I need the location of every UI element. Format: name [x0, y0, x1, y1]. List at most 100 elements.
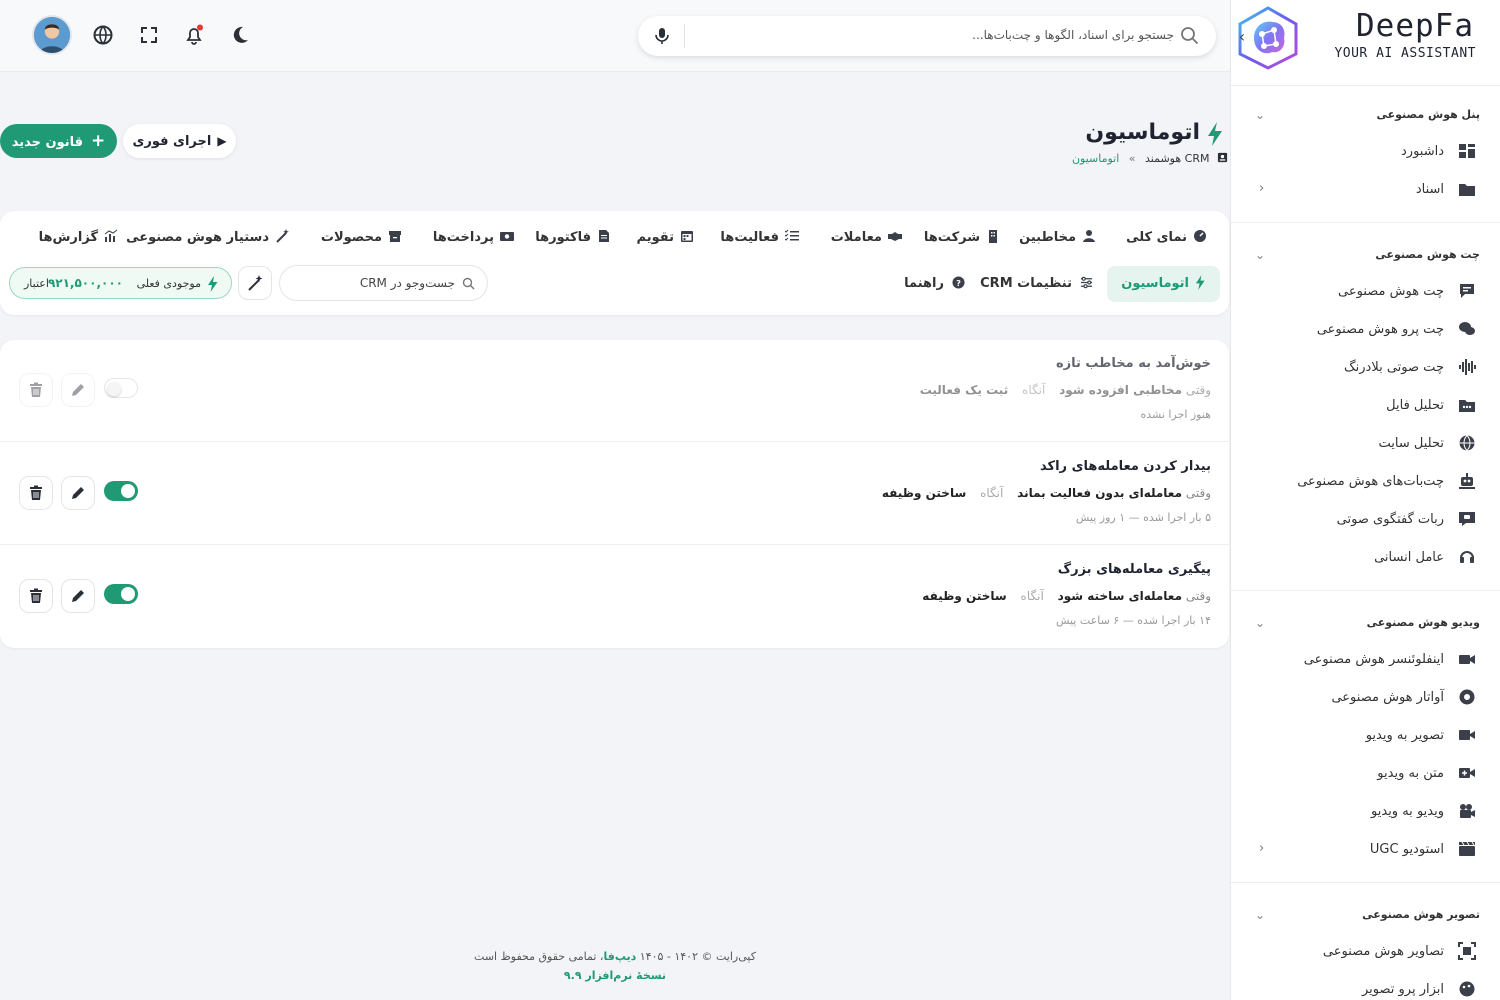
rule-then: آنگاه — [980, 486, 1004, 500]
sidebar-item-text-to-video[interactable]: متن به ویدیو — [1255, 760, 1476, 790]
rule-action: ثبت یک فعالیت — [919, 383, 1009, 397]
tab-products[interactable]: محصولات — [321, 229, 402, 251]
ai-wand-button[interactable] — [238, 266, 272, 300]
chat-icon — [1460, 284, 1474, 298]
subtab-automation[interactable]: اتوماسیون — [1107, 266, 1220, 302]
tab-label: محصولات — [320, 230, 382, 245]
chevron-left-icon: ‹ — [1259, 181, 1265, 196]
sidebar-item-dashboard[interactable]: داشبورد — [1255, 138, 1476, 168]
delete-rule-button[interactable] — [19, 579, 53, 613]
magic-wand-icon — [276, 229, 289, 243]
crm-search-input[interactable]: جست‌وجو در CRM — [279, 265, 488, 301]
tab-invoices[interactable]: فاکتورها — [535, 229, 611, 251]
sidebar-item-label: تحلیل سایت — [1378, 436, 1444, 451]
tab-companies[interactable]: شرکت‌ها — [924, 229, 1000, 251]
edit-rule-button[interactable] — [61, 476, 95, 510]
tab-ai-assistant[interactable]: دستیار هوش مصنوعی — [126, 229, 289, 251]
subtab-help[interactable]: ? راهنما — [904, 266, 965, 302]
globe-icon[interactable] — [92, 24, 114, 46]
sidebar-item-label: اسناد — [1415, 182, 1444, 197]
run-now-button[interactable]: ▶ اجرای فوری — [123, 124, 236, 158]
rule-enable-toggle[interactable] — [104, 378, 138, 398]
sidebar-item-video-to-video[interactable]: ویدیو به ویدیو — [1255, 798, 1476, 828]
fullscreen-icon[interactable] — [138, 24, 160, 46]
rule-status: ۱۴ بار اجرا شده — ۶ ساعت پیش — [1055, 614, 1211, 627]
subtab-crm-settings[interactable]: تنظیمات CRM — [980, 266, 1093, 302]
sidebar-item-ai-images[interactable]: تصاویر هوش مصنوعی — [1255, 938, 1476, 968]
rule-title: پیگیری معامله‌های بزرگ — [1057, 562, 1211, 577]
microphone-icon[interactable] — [652, 26, 672, 46]
tab-label: شرکت‌ها — [923, 230, 980, 245]
palette-icon — [1459, 981, 1475, 997]
breadcrumb-parent[interactable]: CRM هوشمند — [1145, 152, 1209, 165]
sidebar-item-ugc-studio[interactable]: استودیو UGC ‹ — [1255, 836, 1476, 866]
search-input[interactable]: جستجو برای اسناد، الگوها و چت‌بات‌ها... — [972, 28, 1174, 42]
delete-rule-button[interactable] — [19, 373, 53, 407]
avatar[interactable] — [32, 15, 72, 55]
sidebar-item-human-agent[interactable]: عامل انسانی — [1255, 544, 1476, 574]
delete-rule-button[interactable] — [19, 476, 53, 510]
file-analysis-icon — [1459, 400, 1475, 412]
chevron-down-icon: ⌄ — [1255, 616, 1266, 630]
tab-label: پرداخت‌ها — [432, 230, 494, 245]
sidebar-item-ai-chat-pro[interactable]: چت پرو هوش مصنوعی — [1255, 316, 1476, 346]
image-scan-icon — [1458, 942, 1476, 960]
breadcrumb: CRM هوشمند » اتوماسیون — [1072, 152, 1228, 165]
sidebar-item-documents[interactable]: اسناد ‹ — [1255, 176, 1476, 206]
sidebar-section-ai-video[interactable]: ویدیو هوش مصنوعی ⌄ — [1255, 616, 1480, 636]
rule-action: ساختن وظیفه — [922, 589, 1007, 603]
search-icon — [1181, 27, 1199, 45]
chat-pro-icon — [1459, 322, 1475, 335]
tab-activities[interactable]: فعالیت‌ها — [720, 229, 799, 251]
global-search[interactable]: جستجو برای اسناد، الگوها و چت‌بات‌ها... — [638, 16, 1216, 56]
rule-enable-toggle[interactable] — [104, 481, 138, 501]
sidebar-item-ai-chatbots[interactable]: چت‌بات‌های هوش مصنوعی — [1255, 468, 1476, 498]
sidebar-collapse-button[interactable]: › — [1233, 28, 1251, 46]
sidebar-item-ai-avatar[interactable]: آواتار هوش مصنوعی — [1255, 684, 1476, 714]
rule-condition: وقتی معامله‌ای بدون فعالیت بماند آنگاه س… — [882, 486, 1211, 500]
tab-contacts[interactable]: مخاطبین — [1019, 229, 1096, 251]
tab-label: تقویم — [636, 230, 674, 245]
brand[interactable]: DeepFa YOUR AI ASSISTANT › — [1231, 0, 1500, 86]
dark-mode-moon-icon[interactable] — [229, 24, 251, 46]
tab-label: نمای کلی — [1126, 230, 1187, 245]
list-item: بیدار کردن معامله‌های راکد وقتی معامله‌ا… — [0, 443, 1229, 545]
sidebar-item-ai-influencer[interactable]: اینفلوئنسر هوش مصنوعی — [1255, 646, 1476, 676]
sidebar-section-ai-image[interactable]: تصویر هوش مصنوعی ⌄ — [1255, 908, 1480, 928]
tab-overview[interactable]: نمای کلی — [1126, 229, 1207, 251]
new-rule-button[interactable]: + قانون جدید — [0, 124, 117, 158]
tab-deals[interactable]: معاملات — [831, 229, 902, 251]
trash-icon — [30, 382, 42, 397]
tab-payments[interactable]: پرداخت‌ها — [433, 229, 514, 251]
tab-reports[interactable]: گزارش‌ها — [39, 229, 118, 251]
sidebar-item-ai-chat[interactable]: چت هوش مصنوعی — [1255, 278, 1476, 308]
handshake-icon — [888, 232, 902, 241]
credit-balance-badge: موجودی فعلی ۹۲۱,۵۰۰,۰۰۰ اعتبار — [9, 267, 232, 299]
calendar-icon — [681, 231, 693, 242]
sidebar-item-voice-chat[interactable]: چت صوتی بلادرنگ — [1255, 354, 1476, 384]
edit-rule-button[interactable] — [61, 579, 95, 613]
sidebar-section-ai-chat[interactable]: چت هوش مصنوعی ⌄ — [1255, 248, 1480, 268]
tab-calendar[interactable]: تقویم — [637, 229, 694, 251]
sidebar-item-image-pro-tools[interactable]: ابزار پرو تصویر — [1255, 976, 1476, 1000]
rule-trigger: معامله‌ای ساخته شود — [1057, 589, 1183, 603]
sidebar-item-site-analysis[interactable]: تحلیل سایت — [1255, 430, 1476, 460]
rule-when: وقتی — [1185, 589, 1211, 603]
clapper-icon — [1459, 841, 1475, 856]
tab-label: دستیار هوش مصنوعی — [126, 230, 269, 245]
sidebar-section-ai-panel[interactable]: پنل هوش مصنوعی ⌄ — [1255, 108, 1480, 128]
section-title: چت هوش مصنوعی — [1375, 248, 1480, 261]
sidebar-item-voice-bot[interactable]: ربات گفتگوی صوتی — [1255, 506, 1476, 536]
sidebar-item-file-analysis[interactable]: تحلیل فایل — [1255, 392, 1476, 422]
footer-brand-link[interactable]: دیپ‌فا — [603, 950, 636, 963]
divider — [684, 24, 685, 48]
edit-rule-button[interactable] — [61, 373, 95, 407]
balance-label: موجودی فعلی — [136, 277, 201, 290]
rule-then: آنگاه — [1022, 383, 1046, 397]
sidebar-item-label: متن به ویدیو — [1377, 766, 1444, 781]
sidebar-item-label: ربات گفتگوی صوتی — [1336, 512, 1444, 527]
invoice-icon — [599, 230, 609, 242]
sidebar-item-image-to-video[interactable]: تصویر به ویدیو — [1255, 722, 1476, 752]
notification-bell-icon[interactable] — [183, 24, 205, 46]
rule-enable-toggle[interactable] — [104, 584, 138, 604]
